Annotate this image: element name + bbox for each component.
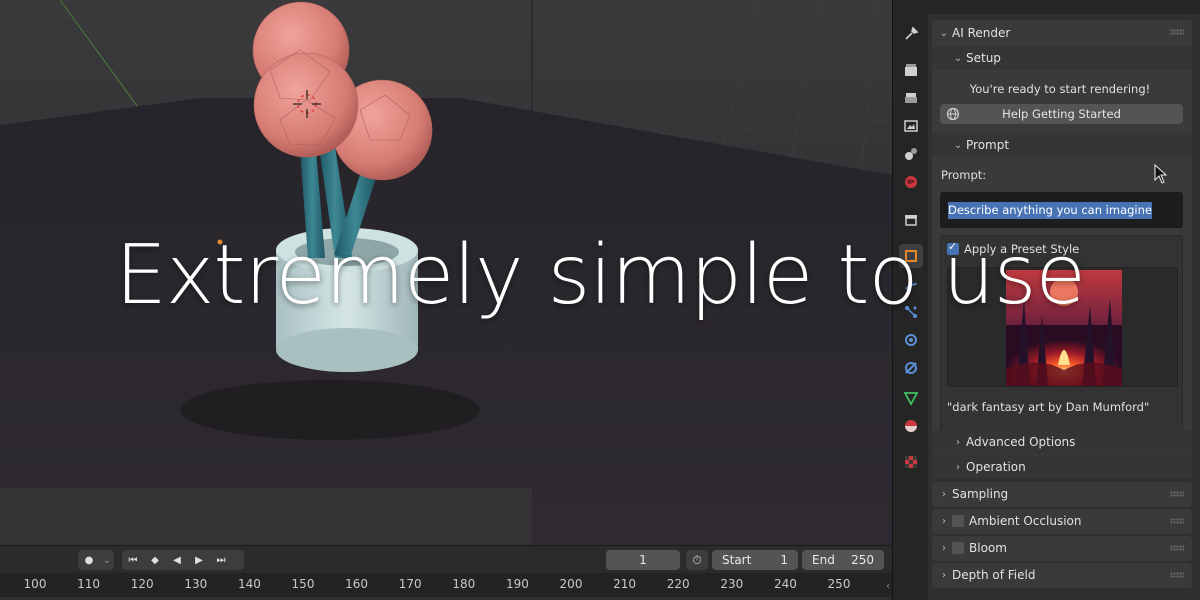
ambient-occlusion-checkbox[interactable] bbox=[952, 515, 964, 527]
texture-icon[interactable] bbox=[899, 450, 923, 474]
panel-header-strip bbox=[928, 0, 1200, 14]
y-axis-line bbox=[59, 0, 141, 111]
chevron-left-icon[interactable]: ‹ bbox=[886, 581, 890, 592]
chevron-right-icon: › bbox=[956, 461, 960, 473]
drag-handle-icon[interactable] bbox=[1170, 572, 1184, 578]
data-icon[interactable] bbox=[899, 386, 923, 410]
drag-handle-icon[interactable] bbox=[1170, 518, 1184, 524]
ruler-tick: 210 bbox=[613, 577, 637, 591]
ruler-tick: 180 bbox=[452, 577, 476, 591]
prev-keyframe-icon[interactable]: ◆ bbox=[144, 550, 166, 570]
start-label: Start bbox=[722, 553, 752, 567]
ruler-tick: 200 bbox=[559, 577, 583, 591]
sampling-section[interactable]: › Sampling bbox=[932, 482, 1192, 507]
chevron-right-icon: › bbox=[956, 436, 960, 448]
bloom-section[interactable]: › Bloom bbox=[932, 536, 1192, 561]
prompt-input[interactable]: Describe anything you can imagine bbox=[940, 192, 1183, 228]
ruler-tick: 140 bbox=[237, 577, 261, 591]
ruler-tick: 150 bbox=[291, 577, 315, 591]
depth-of-field-label: Depth of Field bbox=[952, 568, 1036, 582]
chevron-down-icon: ⌄ bbox=[953, 139, 963, 151]
start-value: 1 bbox=[780, 553, 788, 567]
view-layer-icon[interactable] bbox=[899, 114, 923, 138]
chevron-right-icon: › bbox=[942, 515, 946, 527]
chevron-down-icon[interactable]: ⌄ bbox=[100, 550, 114, 570]
play-icon[interactable]: ▶ bbox=[188, 550, 210, 570]
playback-controls: ⏮ ◆ ◀ ▶ ⏭ bbox=[122, 550, 244, 570]
ruler-tick: 130 bbox=[184, 577, 208, 591]
chevron-right-icon: › bbox=[942, 569, 946, 581]
ambient-occlusion-label: Ambient Occlusion bbox=[969, 514, 1082, 528]
jump-end-icon[interactable]: ⏭ bbox=[210, 550, 232, 570]
mouse-pointer-icon bbox=[1154, 164, 1168, 184]
timeline-controls: ● ⌄ ⏮ ◆ ◀ ▶ ⏭ 1 ⏱ Start 1 End 250 bbox=[0, 545, 892, 573]
jump-start-icon[interactable]: ⏮ bbox=[122, 550, 144, 570]
end-value: 250 bbox=[851, 553, 874, 567]
end-label: End bbox=[812, 553, 835, 567]
ai-render-title: AI Render bbox=[952, 26, 1011, 40]
headline-overlay: Extremely simple to use bbox=[115, 228, 1086, 323]
scene-icon[interactable] bbox=[899, 142, 923, 166]
help-getting-started-button[interactable]: Help Getting Started bbox=[940, 104, 1183, 124]
ruler-tick: 170 bbox=[398, 577, 422, 591]
bloom-checkbox[interactable] bbox=[952, 542, 964, 554]
ruler-tick: 250 bbox=[827, 577, 851, 591]
setup-title: Setup bbox=[966, 51, 1001, 65]
globe-icon bbox=[946, 107, 960, 121]
ruler-tick: 120 bbox=[130, 577, 154, 591]
setup-header[interactable]: ⌄ Setup bbox=[950, 46, 1180, 70]
drag-handle-icon[interactable] bbox=[1170, 545, 1184, 551]
ready-message: You're ready to start rendering! bbox=[969, 82, 1151, 96]
timeline-ruler[interactable]: 100 110 120 130 140 150 160 170 180 190 200 210 220 2… bbox=[0, 573, 892, 600]
bloom-label: Bloom bbox=[969, 541, 1007, 555]
prompt-input-selected-text: Describe anything you can imagine bbox=[948, 202, 1152, 219]
chevron-right-icon: › bbox=[942, 542, 946, 554]
preset-caption: "dark fantasy art by Dan Mumford" bbox=[947, 400, 1150, 414]
prompt-label: Prompt: bbox=[941, 168, 987, 182]
operation-label: Operation bbox=[966, 460, 1026, 474]
keyframe-record-group[interactable]: ● ⌄ bbox=[78, 550, 114, 570]
stopwatch-icon[interactable]: ⏱ bbox=[686, 550, 708, 570]
sampling-label: Sampling bbox=[952, 487, 1009, 501]
chevron-right-icon: › bbox=[942, 488, 946, 500]
prompt-title: Prompt bbox=[966, 138, 1010, 152]
play-reverse-icon[interactable]: ◀ bbox=[166, 550, 188, 570]
render-icon[interactable] bbox=[899, 58, 923, 82]
operation-header[interactable]: › Operation bbox=[950, 455, 1180, 479]
drag-handle-icon[interactable] bbox=[1170, 29, 1184, 35]
record-icon[interactable]: ● bbox=[78, 550, 100, 570]
ruler-tick: 220 bbox=[666, 577, 690, 591]
world-icon[interactable] bbox=[899, 170, 923, 194]
end-frame-field[interactable]: End 250 bbox=[802, 550, 884, 570]
output-icon[interactable] bbox=[899, 86, 923, 110]
chevron-down-icon: ⌄ bbox=[953, 52, 963, 64]
physics-icon[interactable] bbox=[899, 328, 923, 352]
tool-icon[interactable] bbox=[899, 22, 923, 46]
advanced-options-header[interactable]: › Advanced Options bbox=[950, 430, 1180, 454]
ruler-tick: 190 bbox=[505, 577, 529, 591]
ruler-tick: 240 bbox=[773, 577, 797, 591]
prompt-header[interactable]: ⌄ Prompt bbox=[950, 133, 1180, 157]
drag-handle-icon[interactable] bbox=[1170, 491, 1184, 497]
constraints-icon[interactable] bbox=[899, 356, 923, 380]
depth-of-field-section[interactable]: › Depth of Field bbox=[932, 563, 1192, 588]
help-button-label: Help Getting Started bbox=[1002, 107, 1121, 121]
ruler-tick: 230 bbox=[720, 577, 744, 591]
current-frame-field[interactable]: 1 bbox=[606, 550, 680, 570]
ruler-tick: 160 bbox=[345, 577, 369, 591]
start-frame-field[interactable]: Start 1 bbox=[712, 550, 798, 570]
ai-render-header[interactable]: ⌄ AI Render bbox=[936, 21, 1188, 45]
ruler-tick: 100 bbox=[23, 577, 47, 591]
material-icon[interactable] bbox=[899, 414, 923, 438]
ruler-tick: 110 bbox=[77, 577, 101, 591]
chevron-down-icon: ⌄ bbox=[939, 27, 949, 39]
ambient-occlusion-section[interactable]: › Ambient Occlusion bbox=[932, 509, 1192, 534]
advanced-options-label: Advanced Options bbox=[966, 435, 1076, 449]
